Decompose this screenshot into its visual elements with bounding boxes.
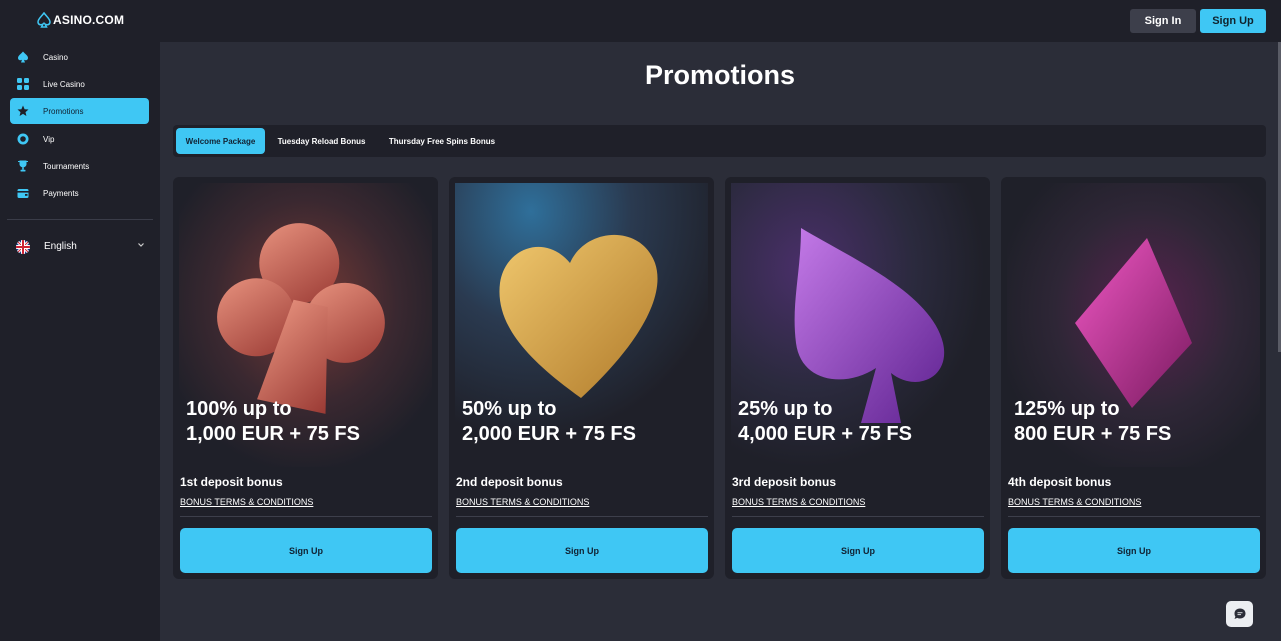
sidebar-item-label: Vip	[43, 134, 55, 144]
sidebar: Casino Live Casino Promotions Vip Tourna…	[0, 42, 160, 641]
promo-headline: 125% up to 800 EUR + 75 FS	[1014, 398, 1172, 445]
sidebar-divider	[7, 219, 153, 220]
promo-card: 50% up to 2,000 EUR + 75 FS 2nd deposit …	[449, 177, 714, 579]
sidebar-item-live-casino[interactable]: Live Casino	[10, 71, 149, 97]
promo-headline: 50% up to 2,000 EUR + 75 FS	[462, 398, 636, 445]
card-divider	[1008, 516, 1260, 517]
bonus-terms-link[interactable]: BONUS TERMS & CONDITIONS	[180, 497, 313, 507]
bonus-terms-link[interactable]: BONUS TERMS & CONDITIONS	[1008, 497, 1141, 507]
card-divider	[456, 516, 708, 517]
tab-welcome-package[interactable]: Welcome Package	[176, 128, 265, 154]
sidebar-item-label: Live Casino	[43, 79, 85, 89]
sign-in-button[interactable]: Sign In	[1130, 9, 1196, 33]
spade-icon	[16, 50, 30, 64]
bonus-terms-link[interactable]: BONUS TERMS & CONDITIONS	[456, 497, 589, 507]
bonus-terms-link[interactable]: BONUS TERMS & CONDITIONS	[732, 497, 865, 507]
wallet-icon	[16, 186, 30, 200]
uk-flag-icon	[16, 240, 30, 254]
logo-spade-icon	[37, 12, 51, 28]
chat-button[interactable]	[1226, 601, 1253, 627]
sidebar-item-vip[interactable]: Vip	[10, 126, 149, 152]
language-selector[interactable]: English	[16, 239, 146, 255]
sidebar-item-casino[interactable]: Casino	[10, 44, 149, 70]
sidebar-item-label: Tournaments	[43, 161, 90, 171]
sign-up-button[interactable]: Sign Up	[1200, 9, 1266, 33]
sidebar-item-label: Promotions	[43, 106, 84, 116]
sidebar-item-label: Casino	[43, 52, 68, 62]
promo-subtitle: 1st deposit bonus	[180, 475, 283, 489]
page-title: Promotions	[644, 60, 795, 90]
star-icon	[16, 104, 30, 118]
card-divider	[732, 516, 984, 517]
chat-icon	[1234, 608, 1245, 619]
trophy-icon	[16, 159, 30, 173]
promotion-tabs: Welcome Package Tuesday Reload Bonus Thu…	[173, 125, 1266, 157]
vip-icon	[16, 132, 30, 146]
grid-icon	[16, 77, 30, 91]
card-divider	[180, 516, 432, 517]
language-label: English	[44, 241, 77, 252]
promo-card: 25% up to 4,000 EUR + 75 FS 3rd deposit …	[725, 177, 990, 579]
promo-sign-up-button[interactable]: Sign Up	[732, 528, 984, 573]
promo-sign-up-button[interactable]: Sign Up	[1008, 528, 1260, 573]
chevron-down-icon	[137, 241, 145, 251]
sidebar-item-label: Payments	[43, 188, 79, 198]
logo-text: ASINO.COM	[53, 13, 125, 27]
promo-card: 100% up to 1,000 EUR + 75 FS 1st deposit…	[173, 177, 438, 579]
promo-card: 125% up to 800 EUR + 75 FS 4th deposit b…	[1001, 177, 1266, 579]
sidebar-item-tournaments[interactable]: Tournaments	[10, 153, 149, 179]
promo-sign-up-button[interactable]: Sign Up	[456, 528, 708, 573]
promo-subtitle: 4th deposit bonus	[1008, 475, 1112, 489]
promo-subtitle: 3rd deposit bonus	[732, 475, 837, 489]
promo-subtitle: 2nd deposit bonus	[456, 475, 563, 489]
logo[interactable]: ASINO.COM	[37, 12, 124, 28]
top-bar: ASINO.COM Sign In Sign Up	[0, 0, 1281, 42]
promo-headline: 25% up to 4,000 EUR + 75 FS	[738, 398, 912, 445]
promo-headline: 100% up to 1,000 EUR + 75 FS	[186, 398, 360, 445]
tab-tuesday-reload-bonus[interactable]: Tuesday Reload Bonus	[270, 128, 373, 154]
tab-thursday-free-spins-bonus[interactable]: Thursday Free Spins Bonus	[380, 128, 504, 154]
sidebar-item-payments[interactable]: Payments	[10, 180, 149, 206]
sidebar-item-promotions[interactable]: Promotions	[10, 98, 149, 124]
promo-sign-up-button[interactable]: Sign Up	[180, 528, 432, 573]
